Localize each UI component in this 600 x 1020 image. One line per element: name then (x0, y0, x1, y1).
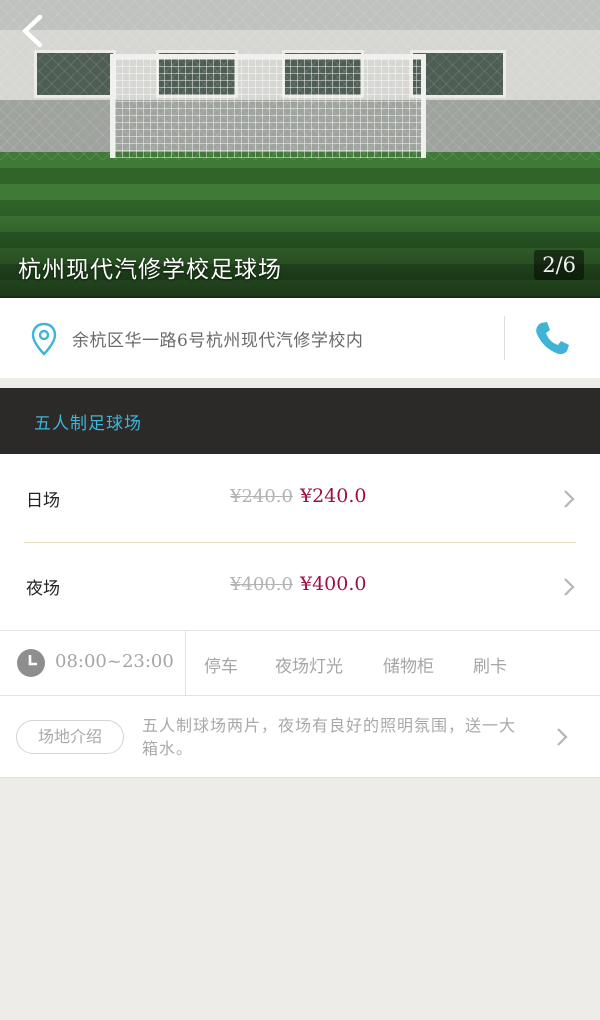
location-pin-icon (31, 322, 57, 356)
divider (185, 631, 186, 697)
price-list: 日场 ¥240.0 ¥240.0 夜场 ¥400.0 ¥400.0 (0, 454, 600, 630)
facility-parking: 停车 (204, 657, 238, 677)
intro-tag: 场地介绍 (16, 720, 124, 754)
address-bar[interactable]: 余杭区华一路6号杭州现代汽修学校内 (0, 298, 600, 378)
clock-icon (17, 649, 45, 677)
price-row-night[interactable]: 夜场 ¥400.0 ¥400.0 (0, 542, 600, 630)
chevron-right-icon (557, 728, 568, 746)
venue-intro[interactable]: 场地介绍 五人制球场两片，夜场有良好的照明氛围，送一大箱水。 (0, 696, 600, 778)
original-price: ¥400.0 (230, 574, 293, 595)
current-price: ¥400.0 (300, 573, 367, 595)
phone-icon[interactable] (532, 318, 572, 358)
session-name: 夜场 (26, 579, 60, 599)
photo-fence (0, 0, 600, 160)
current-price: ¥240.0 (300, 485, 367, 507)
opening-hours: 08:00~23:00 (55, 651, 174, 672)
original-price: ¥240.0 (230, 486, 293, 507)
venue-photo-carousel[interactable]: 杭州现代汽修学校足球场 2/6 (0, 0, 600, 298)
back-button[interactable] (14, 12, 54, 52)
back-arrow-icon (22, 14, 43, 48)
address-text: 余杭区华一路6号杭州现代汽修学校内 (72, 331, 364, 351)
category-header: 五人制足球场 (0, 388, 600, 454)
intro-text: 五人制球场两片，夜场有良好的照明氛围，送一大箱水。 (142, 716, 517, 758)
facility-lockers: 储物柜 (383, 657, 434, 677)
category-label: 五人制足球场 (34, 414, 142, 434)
price-row-day[interactable]: 日场 ¥240.0 ¥240.0 (0, 454, 600, 543)
facility-card-payment: 刷卡 (473, 657, 507, 677)
session-name: 日场 (26, 491, 60, 511)
chevron-right-icon (564, 578, 575, 596)
hours-facilities-bar: 08:00~23:00 停车 夜场灯光 储物柜 刷卡 (0, 630, 600, 697)
chevron-right-icon (564, 490, 575, 508)
photo-counter: 2/6 (534, 250, 584, 280)
facility-night-lighting: 夜场灯光 (275, 657, 343, 677)
divider (504, 316, 505, 360)
venue-title: 杭州现代汽修学校足球场 (18, 257, 282, 283)
